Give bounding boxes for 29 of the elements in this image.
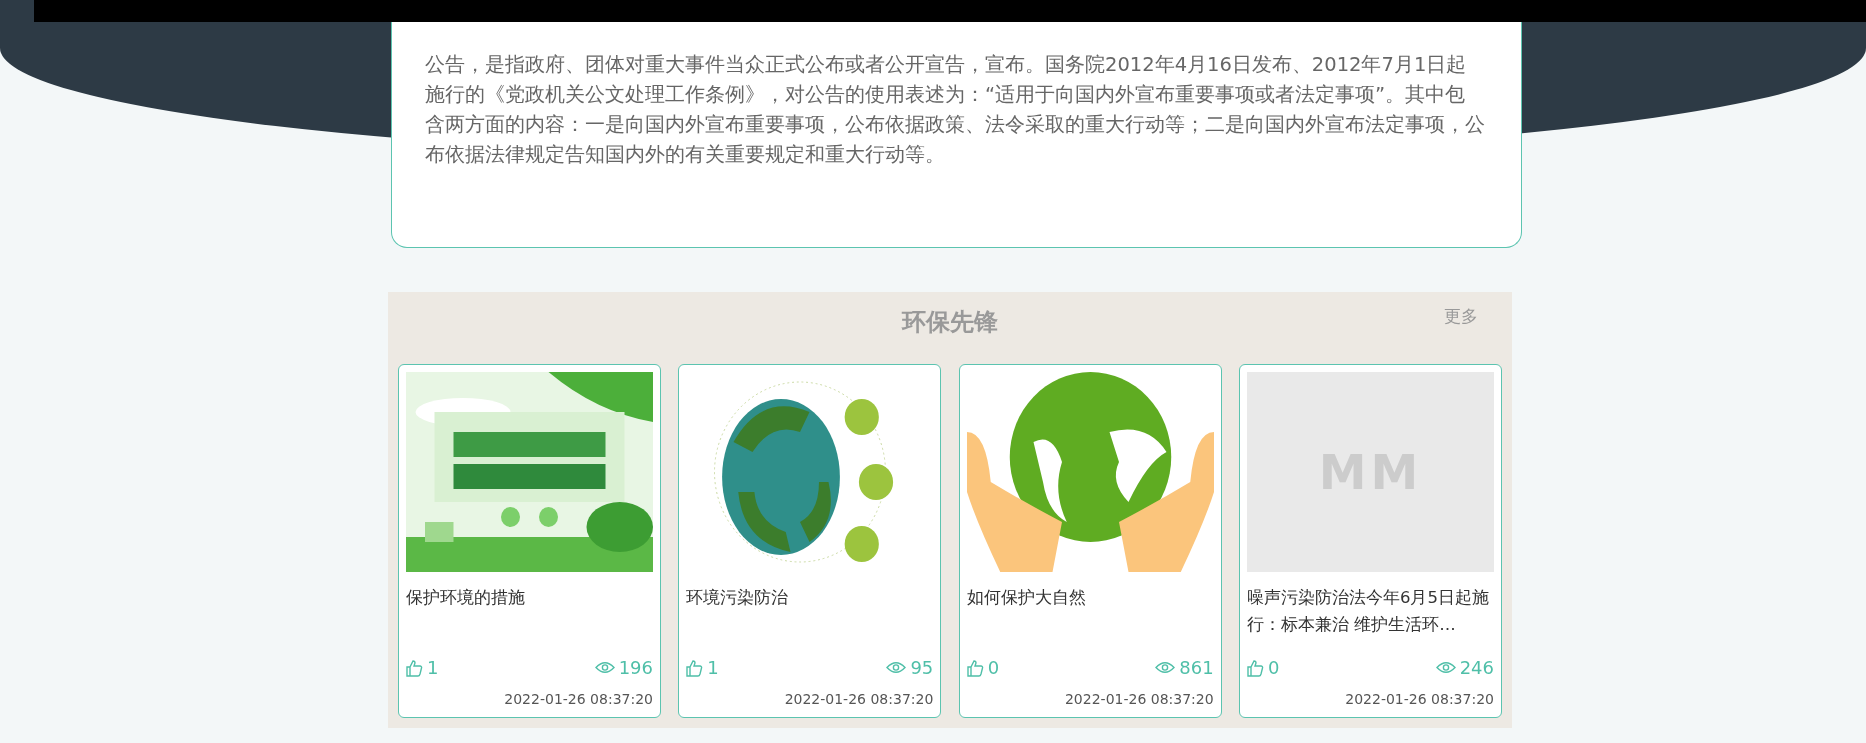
article-card[interactable]: 如何保护大自然 0 861 2022-01-26 08:37:20 (958, 364, 1222, 718)
thumbs-up-icon[interactable] (406, 658, 423, 677)
thumbs-up-icon[interactable] (1247, 658, 1264, 677)
view-count: 861 (1179, 656, 1214, 680)
article-card[interactable]: 环境污染防治 1 95 2022-01-26 08:37:20 (678, 364, 942, 718)
card-title: 保护环境的措施 (406, 587, 526, 609)
notice-text: 公告，是指政府、团体对重大事件当众正式公布或者公开宣告，宣布。国务院2012年4月16日发布、2012年7月1日起施行的《党政机关公文处理工作条例》，对公告的使用表述为：“适用于向国内外宣布重要事项或者法定事项”。其中包含两方面的内容：一是向国内外宣布重要事项，公布依据政策、法令采取的重大行动等；二是向国内外宣布法定事项，公布依据法律规定告知国内外的有关重要规定和重大行动等。 (425, 52, 1485, 168)
card-date: 2022-01-26 08:37:20 (504, 691, 653, 707)
card-title: 如何保护大自然 (966, 587, 1087, 609)
eye-icon (594, 661, 615, 674)
card-title: 噪声污染防治法今年6月5日起施行：标本兼治 维护生活环… (1247, 587, 1490, 636)
like-count: 1 (707, 656, 719, 680)
like-count: 0 (1268, 656, 1280, 680)
card-date: 2022-01-26 08:37:20 (784, 691, 934, 707)
article-card[interactable]: 保护环境的措施 1 196 2022-01-26 08:37:20 (398, 364, 661, 718)
like-count: 0 (987, 656, 1000, 680)
section-title: 环保先锋 (902, 308, 998, 336)
card-date: 2022-01-26 08:37:20 (1064, 691, 1214, 707)
card-title: 环境污染防治 (686, 587, 790, 609)
card-date: 2022-01-26 08:37:20 (1345, 691, 1494, 707)
thumbs-up-icon[interactable] (686, 658, 704, 677)
eye-icon (1155, 661, 1176, 674)
thumbs-up-icon[interactable] (966, 658, 984, 677)
eye-icon (886, 661, 907, 674)
view-count: 246 (1459, 656, 1494, 680)
like-count: 1 (427, 656, 439, 680)
eye-icon (1435, 661, 1456, 674)
view-count: 95 (910, 656, 934, 680)
view-count: 196 (618, 656, 653, 680)
